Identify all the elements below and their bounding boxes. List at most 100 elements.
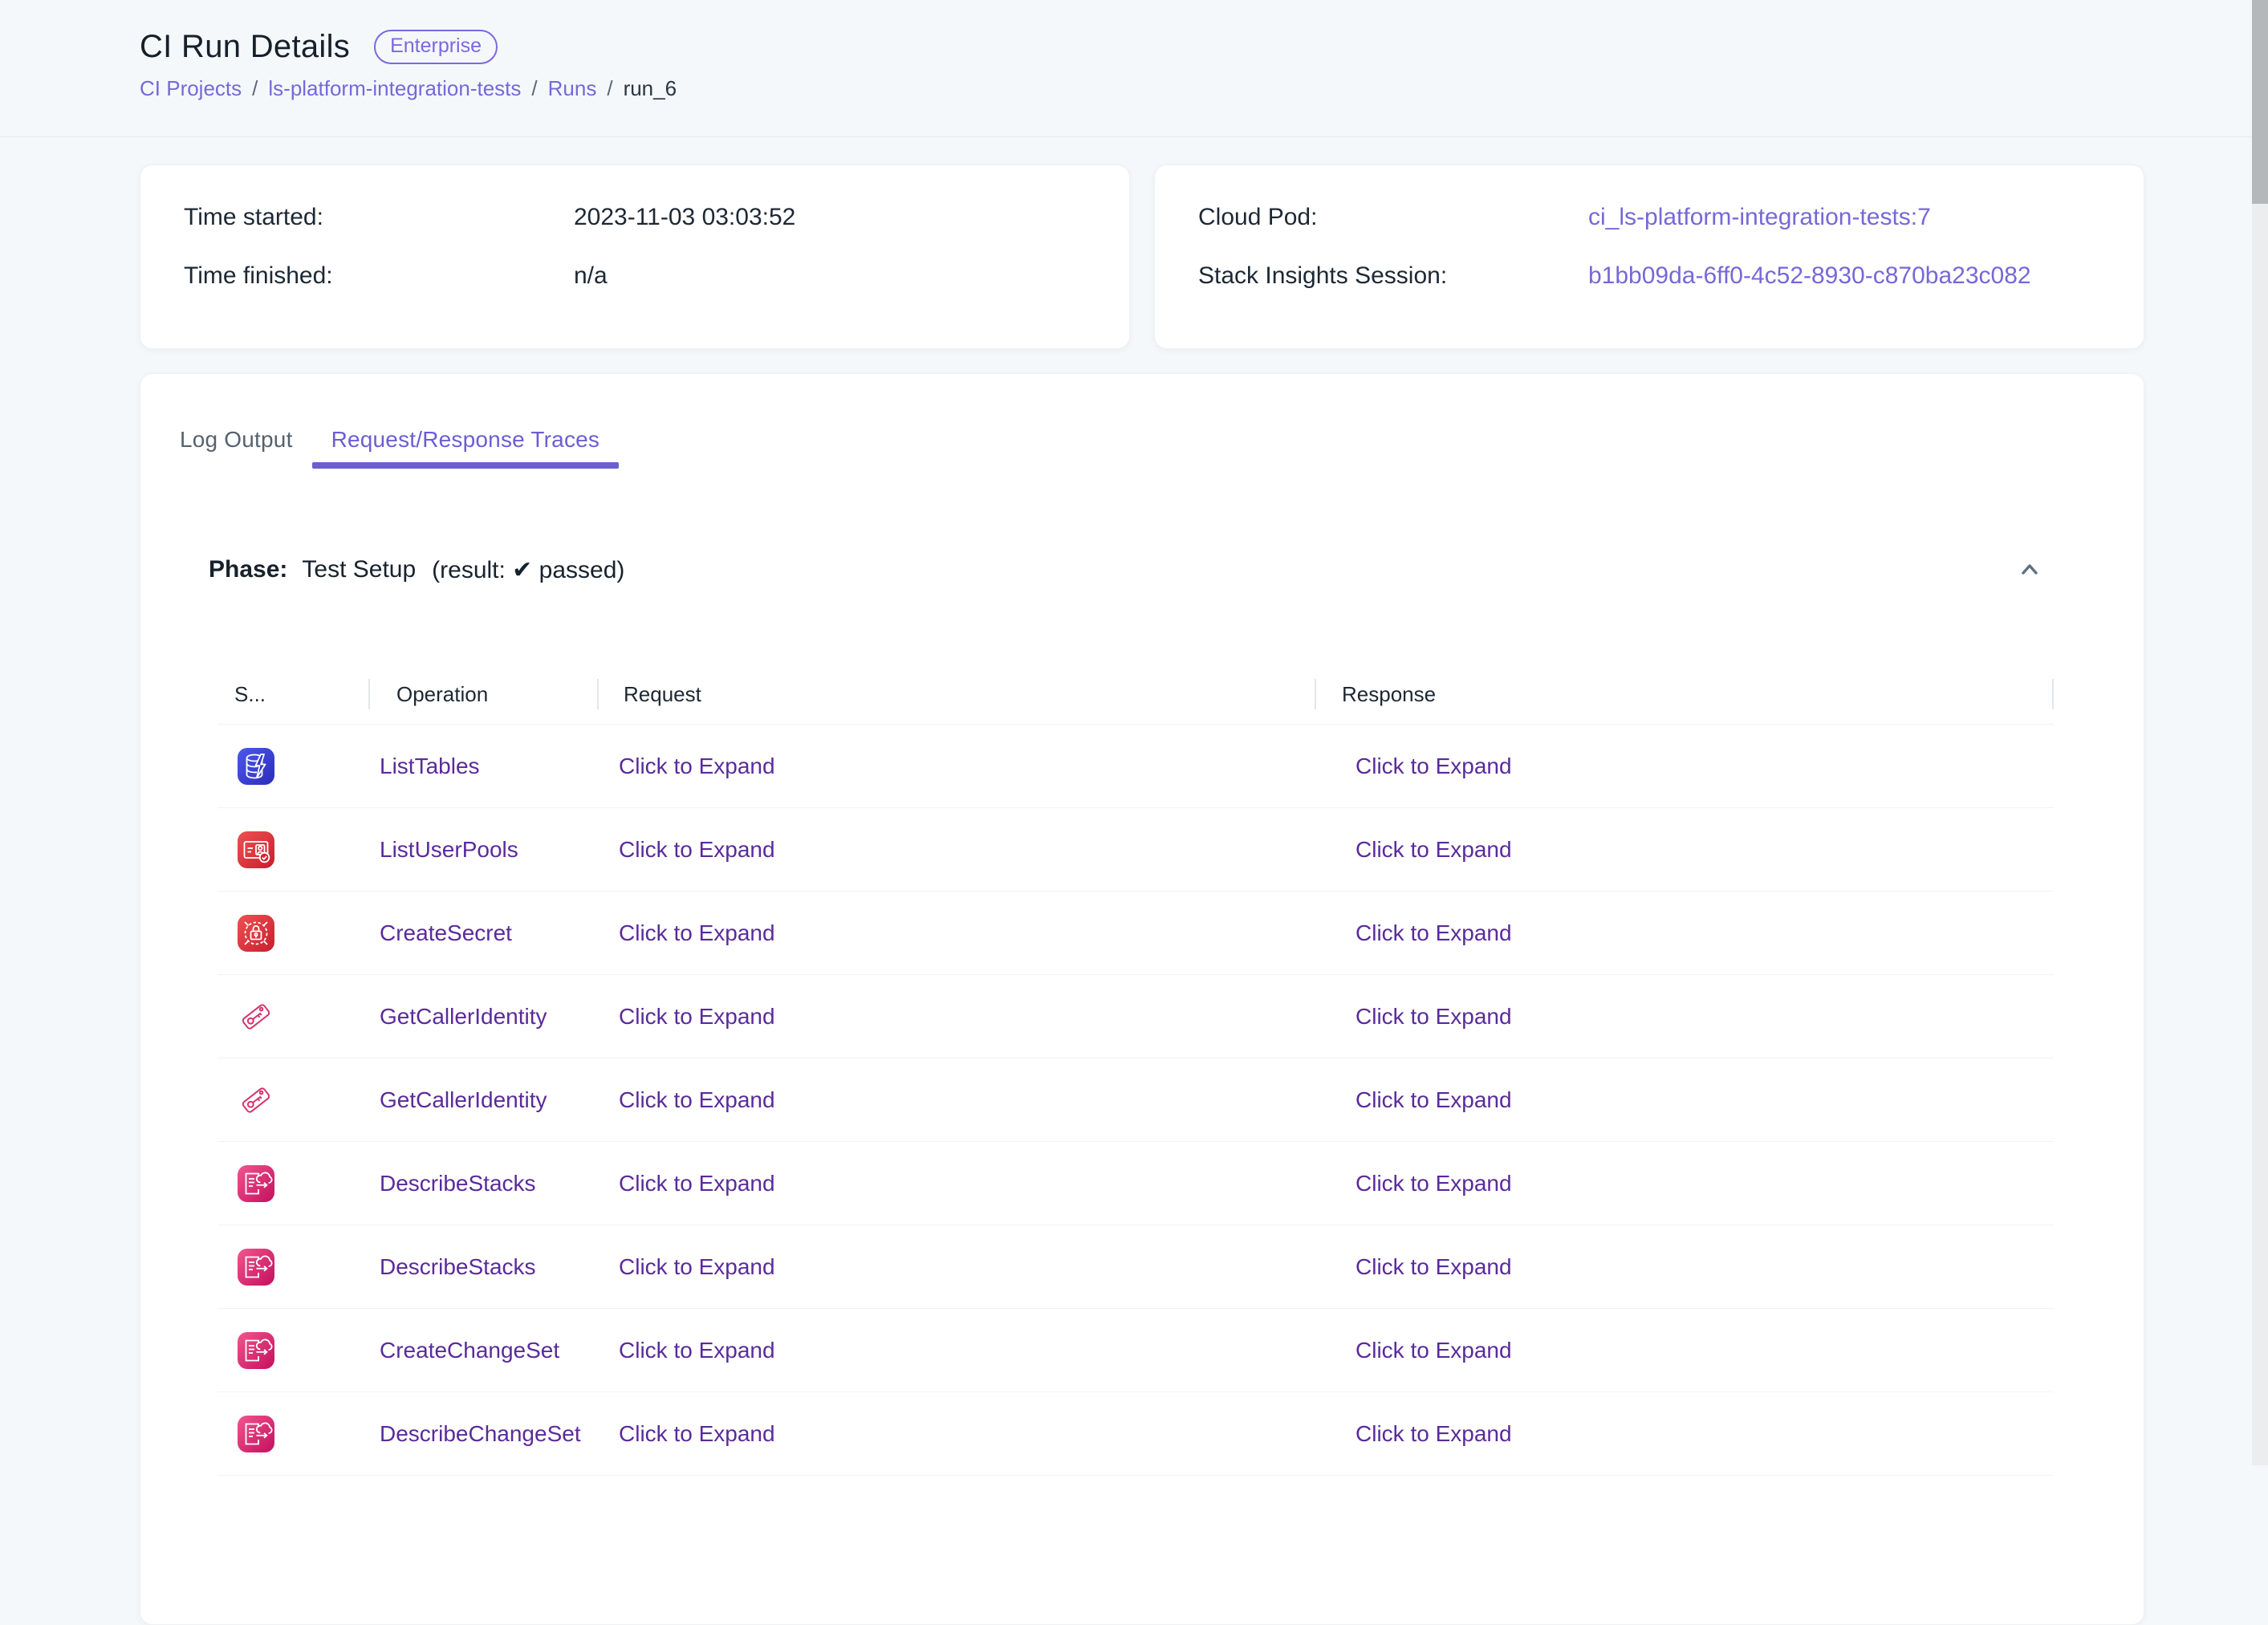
vertical-scrollbar[interactable] bbox=[2252, 0, 2268, 1465]
request-cell: Click to Expand bbox=[599, 1421, 1316, 1447]
scrollbar-thumb[interactable] bbox=[2252, 0, 2268, 204]
info-value: n/a bbox=[574, 262, 608, 290]
response-expand-link[interactable]: Click to Expand bbox=[1356, 754, 1512, 778]
request-expand-link[interactable]: Click to Expand bbox=[619, 1338, 775, 1363]
run-times-card: Time started: 2023-11-03 03:03:52 Time f… bbox=[140, 165, 1130, 349]
trace-table: S... Operation Request Response ListTabl… bbox=[217, 664, 2054, 1476]
operation-cell: DescribeStacks bbox=[370, 1171, 599, 1196]
column-header-operation: Operation bbox=[370, 664, 599, 724]
phase-header: Phase: Test Setup (result: ✔ passed) bbox=[209, 552, 2047, 587]
response-cell: Click to Expand bbox=[1316, 1338, 2054, 1363]
breadcrumb-item-ls-platform-integration-tests[interactable]: ls-platform-integration-tests bbox=[268, 76, 521, 101]
operation-cell: GetCallerIdentity bbox=[370, 1087, 599, 1113]
tab-log-output[interactable]: Log Output bbox=[161, 411, 312, 469]
info-label: Stack Insights Session: bbox=[1198, 262, 1588, 290]
operation-cell: DescribeStacks bbox=[370, 1254, 599, 1280]
cognito-icon bbox=[238, 831, 274, 868]
operation-cell: GetCallerIdentity bbox=[370, 1004, 599, 1030]
info-row: Cloud Pod: ci_ls-platform-integration-te… bbox=[1198, 204, 2100, 232]
response-expand-link[interactable]: Click to Expand bbox=[1356, 837, 1512, 862]
cloudformation-icon bbox=[238, 1416, 274, 1452]
response-cell: Click to Expand bbox=[1316, 1087, 2054, 1113]
column-header-request: Request bbox=[599, 664, 1316, 724]
info-row: Time started: 2023-11-03 03:03:52 bbox=[184, 204, 1086, 232]
service-cell bbox=[217, 831, 370, 868]
dynamodb-icon bbox=[238, 748, 274, 785]
response-expand-link[interactable]: Click to Expand bbox=[1356, 1421, 1512, 1446]
table-row: GetCallerIdentity Click to Expand Click … bbox=[217, 975, 2054, 1058]
request-expand-link[interactable]: Click to Expand bbox=[619, 837, 775, 862]
phase-name: Test Setup bbox=[302, 556, 416, 583]
service-cell bbox=[217, 1416, 370, 1452]
service-cell bbox=[217, 1165, 370, 1202]
table-row: DescribeStacks Click to Expand Click to … bbox=[217, 1225, 2054, 1309]
breadcrumb-item-runs[interactable]: Runs bbox=[548, 76, 597, 101]
operation-cell: CreateSecret bbox=[370, 920, 599, 946]
service-cell bbox=[217, 748, 370, 785]
secretsmanager-icon bbox=[238, 915, 274, 952]
request-expand-link[interactable]: Click to Expand bbox=[619, 1087, 775, 1112]
run-links-card: Cloud Pod: ci_ls-platform-integration-te… bbox=[1154, 165, 2144, 349]
response-cell: Click to Expand bbox=[1316, 837, 2054, 863]
service-cell bbox=[217, 1082, 370, 1119]
phase-result: (result: ✔ passed) bbox=[432, 556, 624, 584]
breadcrumb-separator: / bbox=[531, 76, 537, 101]
table-row: GetCallerIdentity Click to Expand Click … bbox=[217, 1058, 2054, 1142]
request-cell: Click to Expand bbox=[599, 837, 1316, 863]
column-header-response: Response bbox=[1316, 664, 2054, 724]
info-label: Cloud Pod: bbox=[1198, 204, 1588, 232]
breadcrumb-separator: / bbox=[252, 76, 258, 101]
breadcrumb-item-run-6: run_6 bbox=[624, 76, 677, 101]
table-row: CreateSecret Click to Expand Click to Ex… bbox=[217, 892, 2054, 975]
tab-label: Log Output bbox=[180, 427, 293, 453]
table-row: CreateChangeSet Click to Expand Click to… bbox=[217, 1309, 2054, 1392]
service-cell bbox=[217, 998, 370, 1035]
request-expand-link[interactable]: Click to Expand bbox=[619, 1171, 775, 1196]
info-value-link-stack-insights-session[interactable]: b1bb09da-6ff0-4c52-8930-c870ba23c082 bbox=[1588, 262, 2031, 290]
request-cell: Click to Expand bbox=[599, 1171, 1316, 1196]
table-row: DescribeStacks Click to Expand Click to … bbox=[217, 1142, 2054, 1225]
request-expand-link[interactable]: Click to Expand bbox=[619, 1254, 775, 1279]
table-row: DescribeChangeSet Click to Expand Click … bbox=[217, 1392, 2054, 1476]
request-expand-link[interactable]: Click to Expand bbox=[619, 920, 775, 945]
service-cell bbox=[217, 1249, 370, 1286]
table-row: ListTables Click to Expand Click to Expa… bbox=[217, 725, 2054, 808]
request-cell: Click to Expand bbox=[599, 1004, 1316, 1030]
request-expand-link[interactable]: Click to Expand bbox=[619, 1004, 775, 1029]
request-cell: Click to Expand bbox=[599, 920, 1316, 946]
response-expand-link[interactable]: Click to Expand bbox=[1356, 1171, 1512, 1196]
breadcrumb-separator: / bbox=[607, 76, 612, 101]
trace-table-header: S... Operation Request Response bbox=[217, 664, 2054, 725]
tab-label: Request/Response Traces bbox=[331, 427, 600, 453]
info-label: Time finished: bbox=[184, 262, 574, 290]
info-row: Stack Insights Session: b1bb09da-6ff0-4c… bbox=[1198, 262, 2100, 290]
phase-label: Phase: bbox=[209, 556, 287, 583]
operation-cell: ListTables bbox=[370, 754, 599, 779]
phase-collapse-button[interactable] bbox=[2012, 552, 2047, 587]
cloudformation-icon bbox=[238, 1332, 274, 1369]
response-expand-link[interactable]: Click to Expand bbox=[1356, 1338, 1512, 1363]
service-cell bbox=[217, 915, 370, 952]
response-expand-link[interactable]: Click to Expand bbox=[1356, 1087, 1512, 1112]
request-expand-link[interactable]: Click to Expand bbox=[619, 754, 775, 778]
traces-card: Log Output Request/Response Traces Phase… bbox=[140, 373, 2144, 1625]
request-expand-link[interactable]: Click to Expand bbox=[619, 1421, 775, 1446]
response-expand-link[interactable]: Click to Expand bbox=[1356, 920, 1512, 945]
sts-icon bbox=[238, 998, 274, 1035]
request-cell: Click to Expand bbox=[599, 754, 1316, 779]
response-cell: Click to Expand bbox=[1316, 920, 2054, 946]
breadcrumb-item-ci-projects[interactable]: CI Projects bbox=[140, 76, 242, 101]
breadcrumb: CI Projects / ls-platform-integration-te… bbox=[140, 76, 2268, 101]
response-cell: Click to Expand bbox=[1316, 1254, 2054, 1280]
response-expand-link[interactable]: Click to Expand bbox=[1356, 1004, 1512, 1029]
tab-request-response-traces[interactable]: Request/Response Traces bbox=[312, 411, 620, 469]
info-value-link-cloud-pod[interactable]: ci_ls-platform-integration-tests:7 bbox=[1588, 204, 1931, 232]
sts-icon bbox=[238, 1082, 274, 1119]
cloudformation-icon bbox=[238, 1165, 274, 1202]
info-value: 2023-11-03 03:03:52 bbox=[574, 204, 795, 232]
enterprise-badge: Enterprise bbox=[374, 30, 498, 64]
request-cell: Click to Expand bbox=[599, 1254, 1316, 1280]
response-expand-link[interactable]: Click to Expand bbox=[1356, 1254, 1512, 1279]
page-title: CI Run Details bbox=[140, 29, 350, 65]
response-cell: Click to Expand bbox=[1316, 754, 2054, 779]
